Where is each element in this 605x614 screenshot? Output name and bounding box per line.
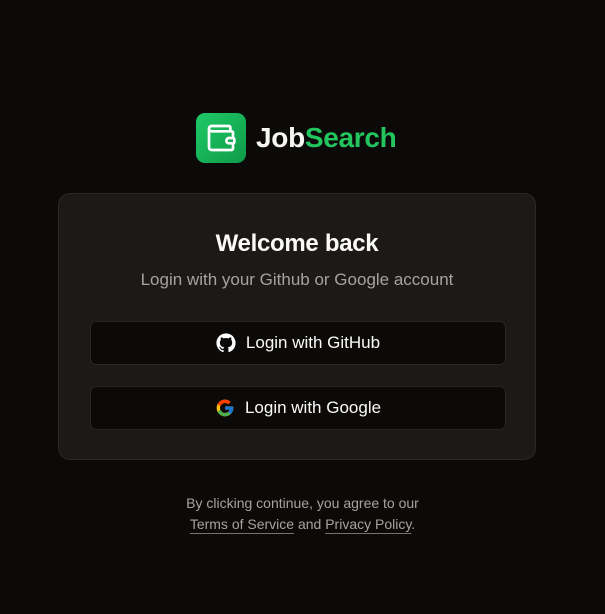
legal-notice: By clicking continue, you agree to our T…	[0, 493, 605, 535]
legal-line2: Terms of Service and Privacy Policy.	[0, 514, 605, 535]
login-google-button[interactable]: Login with Google	[90, 386, 506, 430]
github-icon	[216, 333, 236, 353]
card-title: Welcome back	[215, 230, 379, 257]
terms-of-service-link[interactable]: Terms of Service	[190, 516, 294, 532]
card-subtitle: Login with your Github or Google account	[140, 270, 454, 289]
privacy-policy-link[interactable]: Privacy Policy	[325, 516, 411, 532]
login-page: JobSearch Welcome back Login with your G…	[0, 0, 605, 614]
brand-name-search: Search	[304, 122, 397, 153]
legal-and-text: and	[297, 516, 322, 532]
legal-end-punct: .	[411, 516, 416, 532]
brand-name: JobSearch	[256, 122, 397, 154]
login-github-label: Login with GitHub	[245, 333, 381, 352]
brand-name-job: Job	[256, 122, 305, 153]
google-icon	[215, 398, 235, 418]
login-card: Welcome back Login with your Github or G…	[58, 193, 536, 460]
login-github-button[interactable]: Login with GitHub	[90, 321, 506, 365]
legal-line1: By clicking continue, you agree to our	[186, 495, 419, 511]
brand[interactable]: JobSearch	[196, 113, 397, 163]
login-google-label: Login with Google	[244, 398, 382, 417]
wallet-icon	[196, 113, 246, 163]
